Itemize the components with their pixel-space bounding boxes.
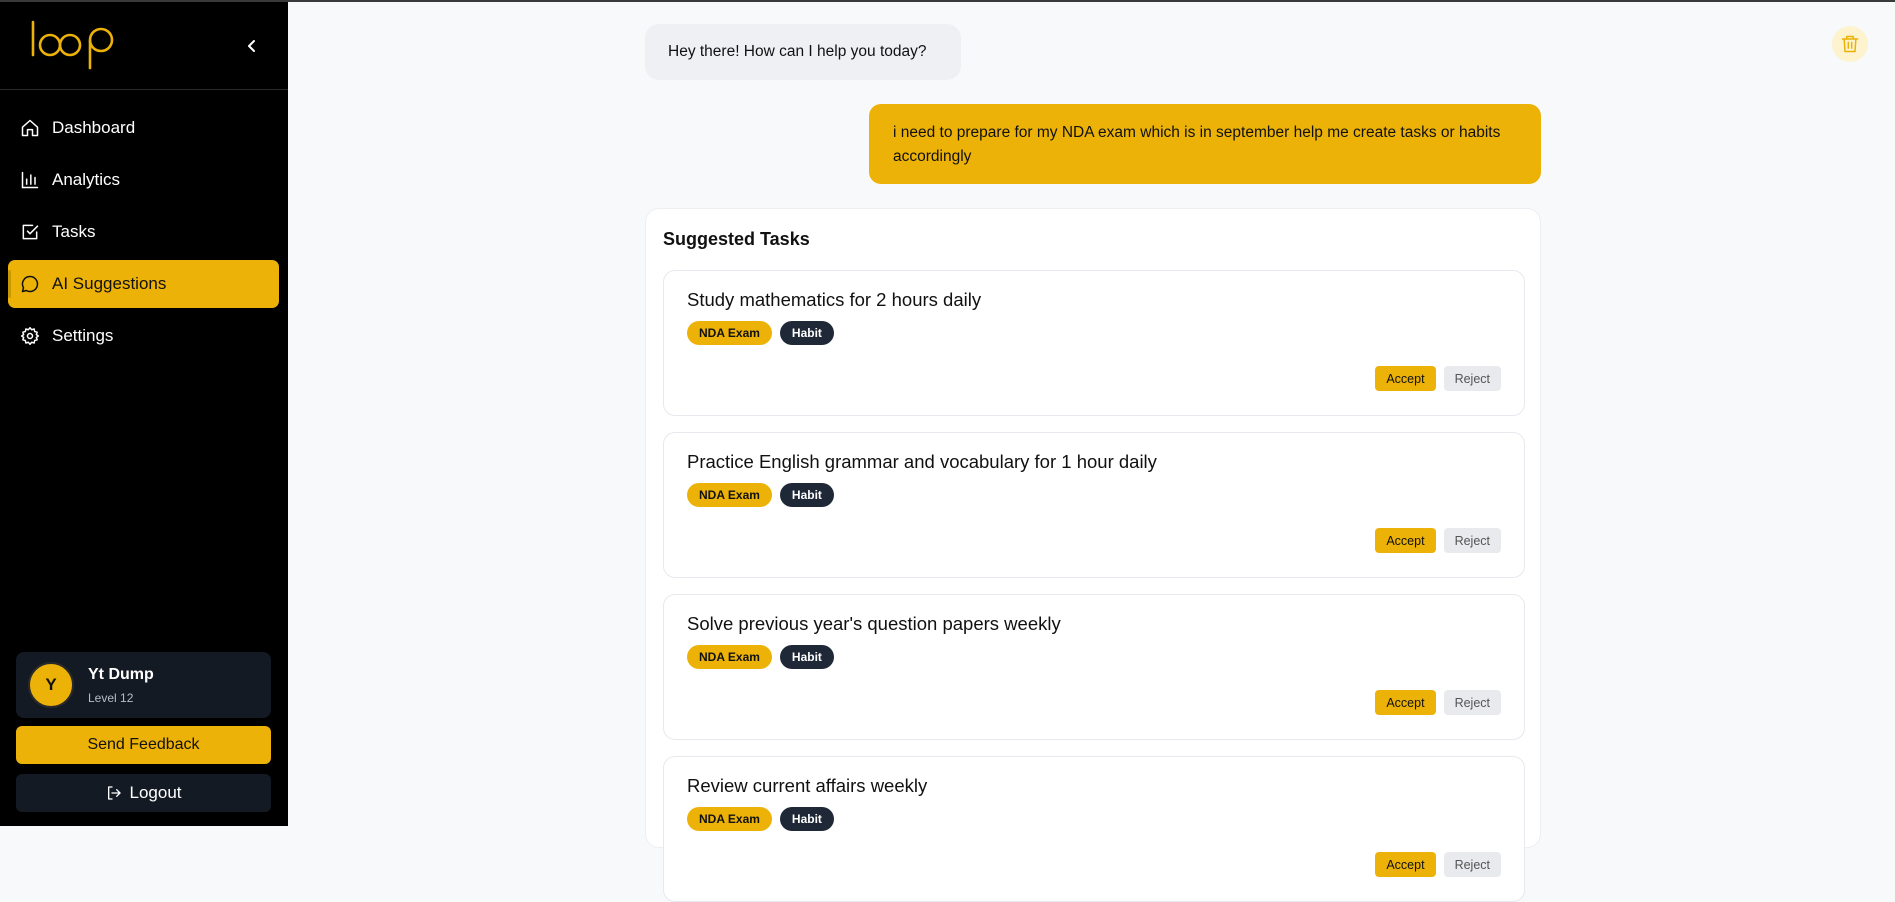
trash-icon	[1841, 35, 1859, 53]
sidebar-item-dashboard[interactable]: Dashboard	[8, 104, 279, 152]
task-tags: NDA Exam Habit	[687, 483, 842, 507]
tag-habit: Habit	[779, 807, 834, 831]
window-top-border	[0, 0, 1895, 2]
avatar: Y	[28, 662, 74, 708]
reject-button[interactable]: Reject	[1443, 366, 1501, 391]
sidebar-nav: Dashboard Analytics Tasks AI Suggestions…	[8, 104, 279, 364]
reject-button[interactable]: Reject	[1443, 690, 1501, 715]
task-tags: NDA Exam Habit	[687, 807, 842, 831]
sidebar-item-label: Analytics	[52, 170, 121, 189]
user-message: i need to prepare for my NDA exam which …	[869, 104, 1541, 184]
bar-chart-icon	[20, 170, 40, 190]
reject-button[interactable]: Reject	[1443, 528, 1501, 553]
task-card: Study mathematics for 2 hours daily NDA …	[663, 270, 1525, 416]
loop-logo[interactable]	[30, 18, 116, 75]
chat-bubble-icon	[20, 274, 40, 294]
assistant-message: Hey there! How can I help you today?	[645, 24, 961, 80]
sidebar-item-label: AI Suggestions	[52, 274, 167, 293]
task-card: Solve previous year's question papers we…	[663, 594, 1525, 740]
task-actions: Accept Reject	[1375, 852, 1501, 877]
tag-nda-exam: NDA Exam	[687, 807, 772, 831]
gear-icon	[20, 326, 40, 346]
sidebar-item-label: Settings	[52, 326, 114, 345]
task-actions: Accept Reject	[1375, 528, 1501, 553]
chat-main: Hey there! How can I help you today? i n…	[288, 0, 1895, 902]
profile-level: Level 12	[88, 691, 134, 705]
task-title: Study mathematics for 2 hours daily	[687, 289, 982, 310]
sidebar-header	[0, 0, 288, 90]
task-tags: NDA Exam Habit	[687, 645, 842, 669]
tag-habit: Habit	[779, 645, 834, 669]
sidebar: Dashboard Analytics Tasks AI Suggestions…	[0, 0, 288, 826]
logout-icon	[106, 785, 122, 801]
clear-chat-button[interactable]	[1832, 26, 1868, 62]
accept-button[interactable]: Accept	[1375, 366, 1436, 391]
sidebar-item-label: Tasks	[52, 222, 96, 241]
checkbox-icon	[20, 222, 40, 242]
chevron-left-icon	[248, 40, 255, 52]
task-card: Practice English grammar and vocabulary …	[663, 432, 1525, 578]
task-title: Solve previous year's question papers we…	[687, 613, 1061, 634]
sidebar-item-label: Dashboard	[52, 118, 136, 137]
logout-button[interactable]: Logout	[16, 774, 271, 812]
tag-nda-exam: NDA Exam	[687, 321, 772, 345]
collapse-sidebar-button[interactable]	[240, 34, 264, 58]
user-profile-card[interactable]: Y Yt Dump Level 12	[16, 652, 271, 718]
task-actions: Accept Reject	[1375, 690, 1501, 715]
profile-name: Yt Dump	[88, 666, 154, 683]
reject-button[interactable]: Reject	[1443, 852, 1501, 877]
accept-button[interactable]: Accept	[1375, 528, 1436, 553]
tag-habit: Habit	[779, 321, 834, 345]
sidebar-item-ai-suggestions[interactable]: AI Suggestions	[8, 260, 279, 308]
tag-nda-exam: NDA Exam	[687, 483, 772, 507]
logout-label: Logout	[129, 783, 182, 802]
task-title: Practice English grammar and vocabulary …	[687, 451, 1157, 472]
suggested-tasks-title: Suggested Tasks	[663, 229, 810, 249]
send-feedback-button[interactable]: Send Feedback	[16, 726, 271, 764]
accept-button[interactable]: Accept	[1375, 852, 1436, 877]
tag-habit: Habit	[779, 483, 834, 507]
suggested-tasks-panel: Suggested Tasks Study mathematics for 2 …	[645, 208, 1541, 902]
task-title: Review current affairs weekly	[687, 775, 928, 796]
task-actions: Accept Reject	[1375, 366, 1501, 391]
accept-button[interactable]: Accept	[1375, 690, 1436, 715]
task-card: Review current affairs weekly NDA Exam H…	[663, 756, 1525, 902]
task-tags: NDA Exam Habit	[687, 321, 842, 345]
sidebar-item-tasks[interactable]: Tasks	[8, 208, 279, 256]
sidebar-item-analytics[interactable]: Analytics	[8, 156, 279, 204]
tag-nda-exam: NDA Exam	[687, 645, 772, 669]
home-icon	[20, 118, 40, 138]
sidebar-item-settings[interactable]: Settings	[8, 312, 279, 360]
